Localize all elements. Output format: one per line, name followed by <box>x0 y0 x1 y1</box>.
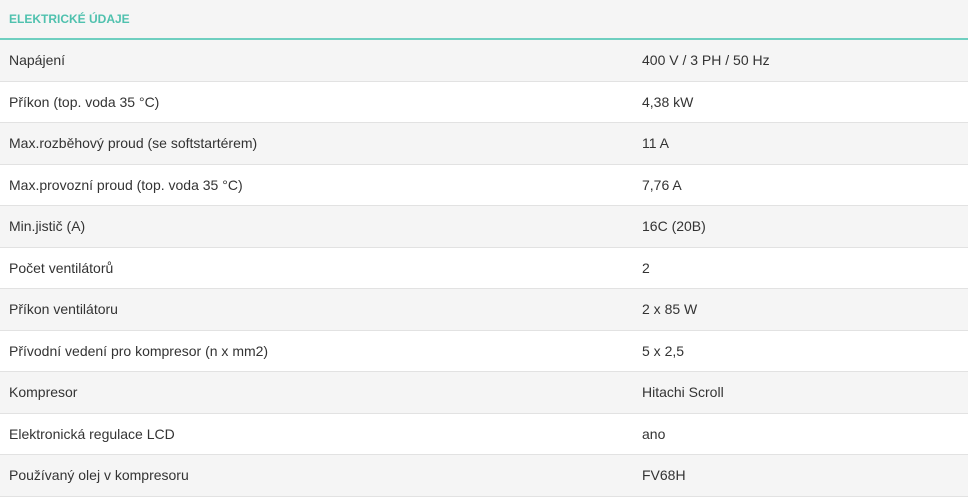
table-row: Min.jistič (A) 16C (20B) <box>0 206 968 248</box>
row-value: 16C (20B) <box>642 218 706 235</box>
row-label: Přívodní vedení pro kompresor (n x mm2) <box>9 342 269 359</box>
row-label: Počet ventilátorů <box>9 259 114 276</box>
row-label: Min.jistič (A) <box>9 218 86 235</box>
row-label: Kompresor <box>9 384 78 401</box>
row-value: 2 x 85 W <box>642 301 698 318</box>
row-value: 400 V / 3 PH / 50 Hz <box>642 52 770 69</box>
table-row: Příkon (top. voda 35 °C) 4,38 kW <box>0 81 968 123</box>
table-row: Napájení 400 V / 3 PH / 50 Hz <box>0 40 968 82</box>
table-row: Příkon ventilátoru 2 x 85 W <box>0 289 968 331</box>
table-row: Používaný olej v kompresoru FV68H <box>0 455 968 497</box>
row-label: Elektronická regulace LCD <box>9 425 175 442</box>
section-header: ELEKTRICKÉ ÚDAJE <box>0 0 968 40</box>
row-label: Příkon ventilátoru <box>9 301 118 318</box>
row-value: 5 x 2,5 <box>642 342 685 359</box>
row-value: 4,38 kW <box>642 93 694 110</box>
row-label: Používaný olej v kompresoru <box>9 467 189 484</box>
electrical-specs-table: ELEKTRICKÉ ÚDAJE Napájení 400 V / 3 PH /… <box>0 0 968 497</box>
table-row: Max.rozběhový proud (se softstartérem) 1… <box>0 123 968 165</box>
table-row: Počet ventilátorů 2 <box>0 247 968 289</box>
table-row: Elektronická regulace LCD ano <box>0 413 968 455</box>
section-title: ELEKTRICKÉ ÚDAJE <box>9 12 130 26</box>
row-label: Max.rozběhový proud (se softstartérem) <box>9 135 258 152</box>
table-row: Max.provozní proud (top. voda 35 °C) 7,7… <box>0 164 968 206</box>
row-value: FV68H <box>642 467 686 484</box>
row-value: 11 A <box>642 135 669 152</box>
table-row: Kompresor Hitachi Scroll <box>0 372 968 414</box>
row-value: ano <box>642 425 666 442</box>
row-value: 7,76 A <box>642 176 682 193</box>
row-label: Příkon (top. voda 35 °C) <box>9 93 160 110</box>
row-value: 2 <box>642 259 650 276</box>
row-label: Napájení <box>9 52 66 69</box>
table-row: Přívodní vedení pro kompresor (n x mm2) … <box>0 330 968 372</box>
row-label: Max.provozní proud (top. voda 35 °C) <box>9 176 243 193</box>
row-value: Hitachi Scroll <box>642 384 724 401</box>
